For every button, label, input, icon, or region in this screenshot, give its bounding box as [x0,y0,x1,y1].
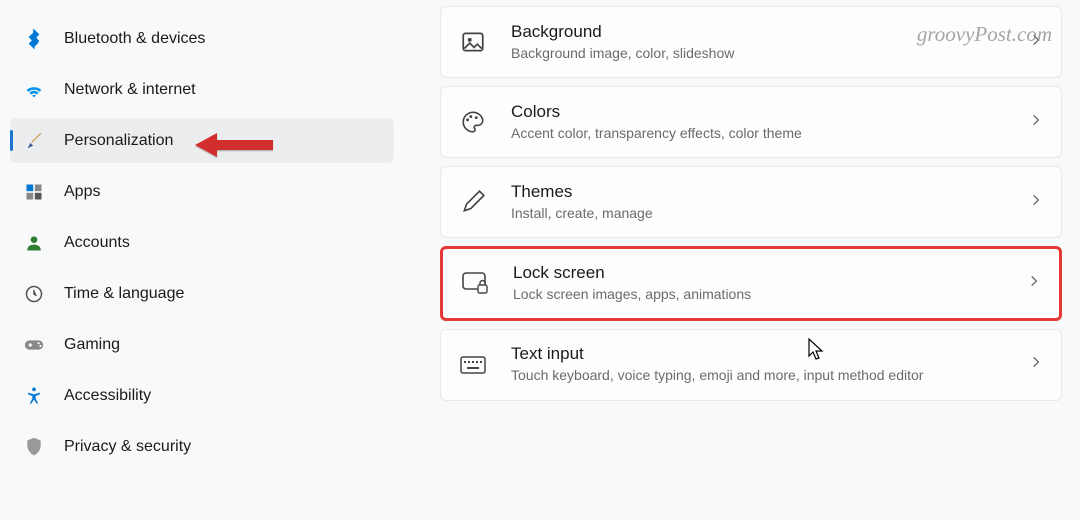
bluetooth-icon [22,27,46,51]
wifi-icon [22,78,46,102]
image-icon [459,28,487,56]
sidebar-item-accounts[interactable]: Accounts [10,220,394,265]
card-lock-screen[interactable]: Lock screen Lock screen images, apps, an… [440,246,1062,321]
palette-icon [459,108,487,136]
person-icon [22,231,46,255]
sidebar-label: Network & internet [64,81,196,99]
shield-icon [22,435,46,459]
sidebar-label: Bluetooth & devices [64,30,205,48]
clock-globe-icon [22,282,46,306]
card-colors[interactable]: Colors Accent color, transparency effect… [440,86,1062,158]
pen-icon [459,188,487,216]
card-subtitle: Touch keyboard, voice typing, emoji and … [511,366,1017,385]
card-text: Themes Install, create, manage [511,182,1017,223]
card-subtitle: Install, create, manage [511,204,1017,223]
gamepad-icon [22,333,46,357]
watermark-text: groovyPost.com [917,22,1052,47]
sidebar-label: Privacy & security [64,438,191,456]
sidebar-label: Apps [64,183,100,201]
paintbrush-icon [22,129,46,153]
chevron-right-icon [1029,355,1043,374]
chevron-right-icon [1029,193,1043,212]
apps-icon [22,180,46,204]
accessibility-icon [22,384,46,408]
card-title: Themes [511,182,1017,202]
sidebar-nav: Bluetooth & devices Network & internet P… [0,0,400,520]
sidebar-item-bluetooth[interactable]: Bluetooth & devices [10,16,394,61]
sidebar-label: Time & language [64,285,184,303]
card-title: Text input [511,344,1017,364]
sidebar-item-personalization[interactable]: Personalization [10,118,394,163]
sidebar-item-gaming[interactable]: Gaming [10,322,394,367]
card-text: Text input Touch keyboard, voice typing,… [511,344,1017,385]
sidebar-label: Accounts [64,234,130,252]
sidebar-label: Personalization [64,132,173,150]
keyboard-icon [459,351,487,379]
card-subtitle: Lock screen images, apps, animations [513,285,1015,304]
card-text: Colors Accent color, transparency effect… [511,102,1017,143]
sidebar-item-apps[interactable]: Apps [10,169,394,214]
sidebar-item-accessibility[interactable]: Accessibility [10,373,394,418]
card-subtitle: Accent color, transparency effects, colo… [511,124,1017,143]
sidebar-label: Accessibility [64,387,151,405]
card-title: Colors [511,102,1017,122]
card-themes[interactable]: Themes Install, create, manage [440,166,1062,238]
sidebar-label: Gaming [64,336,120,354]
card-text-input[interactable]: Text input Touch keyboard, voice typing,… [440,329,1062,401]
lock-screen-icon [461,269,489,297]
chevron-right-icon [1027,274,1041,293]
sidebar-item-network[interactable]: Network & internet [10,67,394,112]
card-title: Lock screen [513,263,1015,283]
sidebar-item-time-language[interactable]: Time & language [10,271,394,316]
main-panel: groovyPost.com Background Background ima… [400,0,1080,520]
settings-window: Bluetooth & devices Network & internet P… [0,0,1080,520]
chevron-right-icon [1029,113,1043,132]
card-text: Lock screen Lock screen images, apps, an… [513,263,1015,304]
sidebar-item-privacy[interactable]: Privacy & security [10,424,394,469]
